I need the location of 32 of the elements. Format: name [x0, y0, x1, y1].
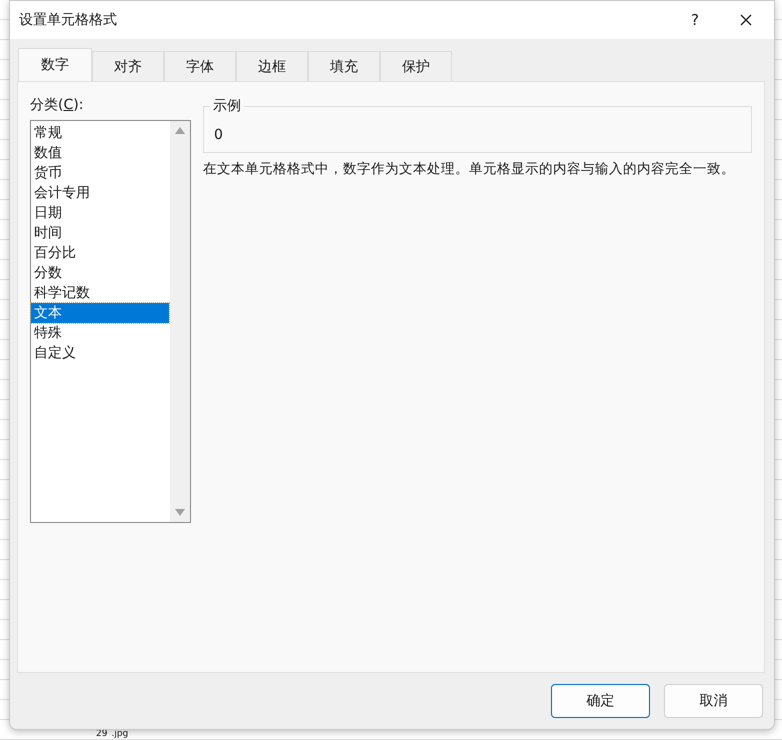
list-item[interactable]: 日期 [31, 203, 169, 223]
list-item[interactable]: 分数 [31, 263, 169, 283]
list-item[interactable]: 会计专用 [31, 183, 169, 203]
scroll-up-icon[interactable] [175, 127, 185, 134]
category-label: 分类(C): [30, 96, 84, 114]
list-item[interactable]: 时间 [31, 223, 169, 243]
tab[interactable]: 字体 [164, 51, 236, 81]
group-label: 示例 [210, 97, 244, 115]
tab[interactable]: 填充 [308, 51, 380, 81]
help-button[interactable]: ? [672, 11, 718, 29]
tab[interactable]: 边框 [236, 51, 308, 81]
list-item[interactable]: 货币 [31, 163, 169, 183]
spreadsheet-cell: .jpg [111, 729, 128, 739]
list-item[interactable]: 科学记数 [31, 283, 169, 303]
list-item[interactable]: 数值 [31, 143, 169, 163]
tab[interactable]: 数字 [18, 48, 92, 81]
list-item[interactable]: 特殊 [31, 323, 169, 343]
category-list[interactable]: 常规 数值 货币 会计专用 日期 时间 百分比 分数 科学记数 文本 特殊 自定义 [30, 120, 191, 523]
scrollbar[interactable] [170, 121, 190, 522]
scroll-down-icon[interactable] [175, 509, 185, 516]
window-title: 设置单元格格式 [19, 11, 118, 29]
sample-value: 0 [214, 127, 223, 143]
tab[interactable]: 对齐 [92, 51, 164, 81]
tab[interactable]: 保护 [380, 51, 452, 81]
ok-button[interactable]: 确定 [551, 684, 650, 718]
list-item[interactable]: 文本 [31, 303, 169, 323]
description-text: 在文本单元格格式中，数字作为文本处理。单元格显示的内容与输入的内容完全一致。 [203, 160, 736, 179]
list-item[interactable]: 常规 [31, 123, 169, 143]
close-icon[interactable] [740, 14, 752, 26]
list-item[interactable]: 百分比 [31, 243, 169, 263]
cancel-button[interactable]: 取消 [664, 684, 763, 718]
list-item[interactable]: 自定义 [31, 343, 169, 363]
